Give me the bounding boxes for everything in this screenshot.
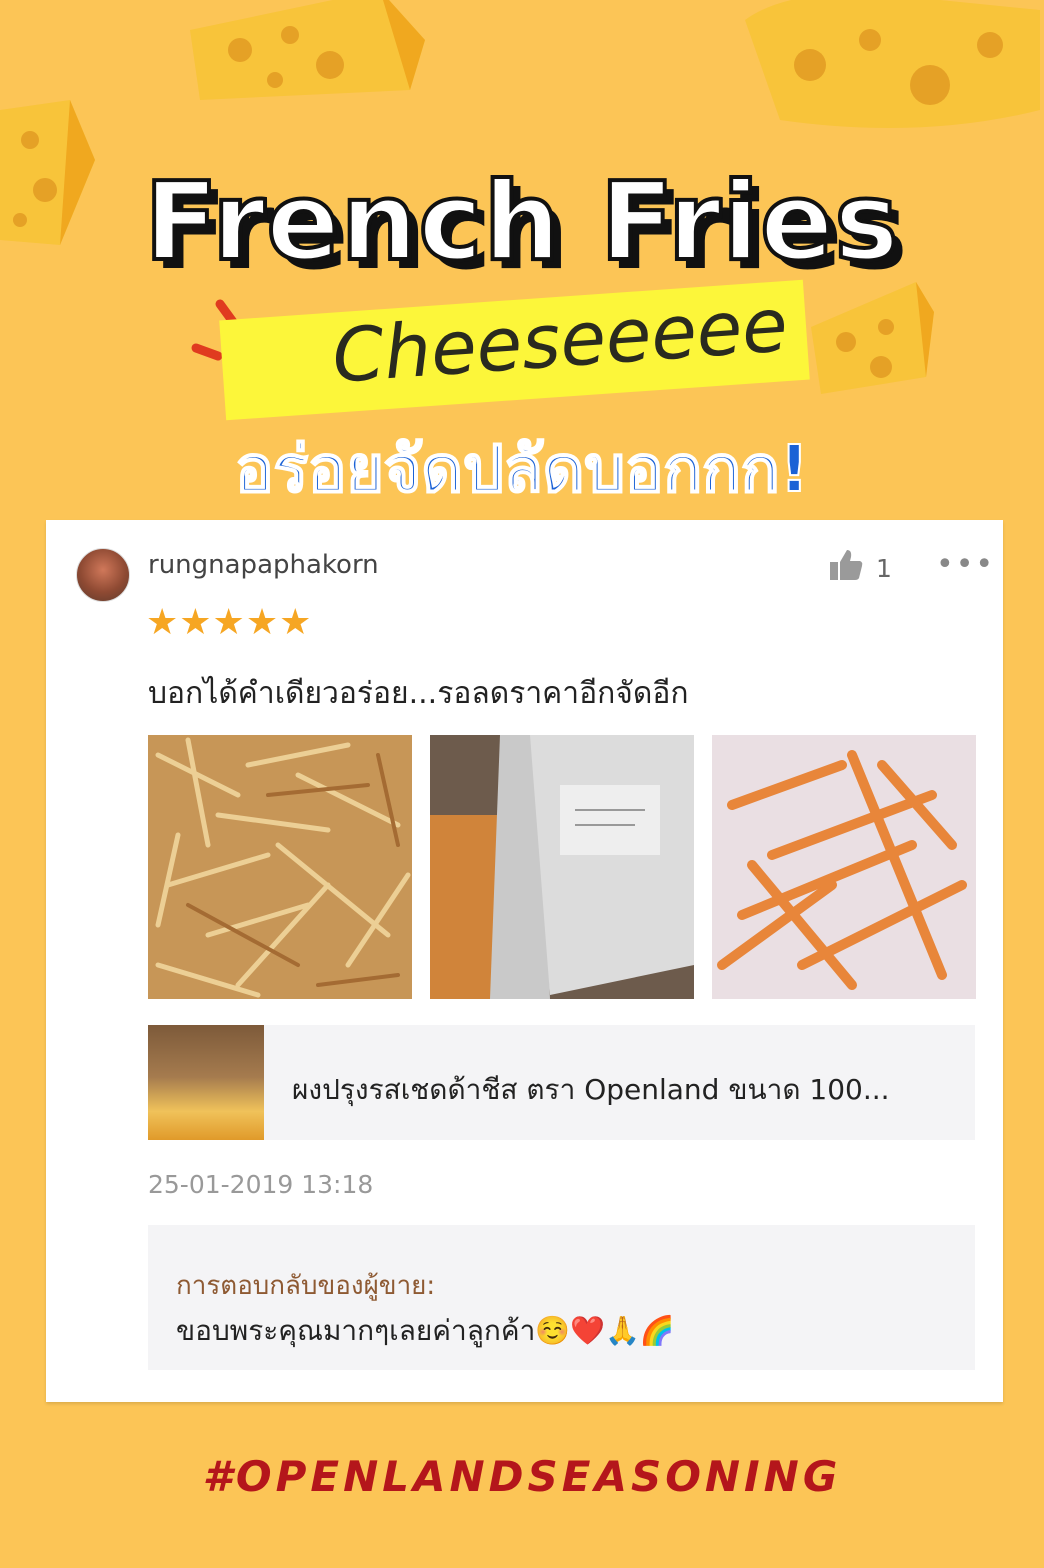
cheese-decoration-top [190, 0, 425, 100]
cheese-decoration-right [811, 282, 934, 394]
review-text: บอกได้คำเดียวอร่อย...รอลดราคาอีกจัดอีก [148, 676, 689, 711]
product-name: ผงปรุงรสเชดด้าชีส ตรา Openland ขนาด 100.… [292, 1073, 890, 1106]
review-timestamp: 25-01-2019 13:18 [148, 1170, 374, 1199]
review-photo[interactable] [712, 735, 976, 999]
product-thumbnail [148, 1025, 264, 1140]
avatar[interactable] [76, 548, 130, 602]
seller-reply: การตอบกลับของผู้ขาย: ขอบพระคุณมากๆเลยค่า… [148, 1225, 975, 1370]
page-title: French Fries [142, 158, 900, 287]
more-icon[interactable]: ••• [936, 550, 995, 580]
like-count: 1 [876, 554, 892, 583]
star-rating: ★★★★★ [146, 602, 313, 643]
product-link[interactable]: ผงปรุงรสเชดด้าชีส ตรา Openland ขนาด 100.… [148, 1025, 975, 1140]
cheese-decoration-top-right [745, 0, 1040, 128]
reviewer-username[interactable]: rungnapaphakorn [148, 550, 379, 580]
seller-reply-label: การตอบกลับของผู้ขาย: [176, 1271, 436, 1301]
thumbs-up-icon[interactable] [828, 548, 864, 582]
seller-reply-text: ขอบพระคุณมากๆเลยค่าลูกค้า☺️❤️🙏🌈 [176, 1314, 675, 1347]
review-photo[interactable] [430, 735, 694, 999]
review-card: rungnapaphakorn 1 ••• ★★★★★ บอกได้คำเดีย… [46, 520, 1003, 1402]
review-photo[interactable] [148, 735, 412, 999]
hashtag: #OPENLANDSEASONING [202, 1452, 842, 1501]
page-tagline: อร่อยจัดปลัดบอกกก! [234, 432, 810, 508]
